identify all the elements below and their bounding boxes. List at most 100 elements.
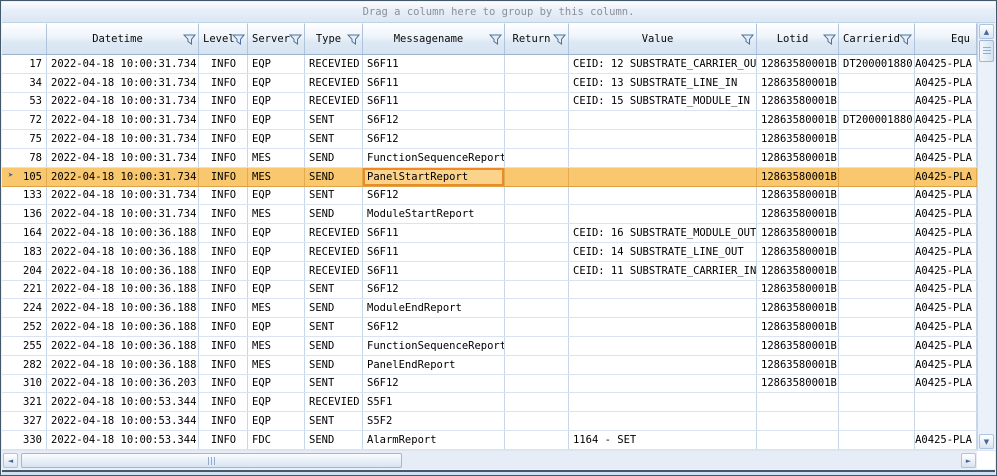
cell-messagename[interactable]: S6F11 [363,262,505,280]
cell-type[interactable]: RECEVIED [305,393,363,411]
cell-id[interactable]: 133 [2,187,47,205]
cell-value[interactable] [569,412,757,430]
cell-id[interactable]: 34 [2,74,47,92]
cell-level[interactable]: INFO [199,393,248,411]
cell-eq[interactable]: BA0425-PLA [915,431,977,449]
cell-datetime[interactable]: 2022-04-18 10:00:36.188 [47,337,199,355]
vertical-scrollbar[interactable]: ▲ ▼ [977,23,995,450]
column-header-carrierid[interactable]: Carrierid [839,23,915,54]
cell-eq[interactable]: BA0425-PLA [915,299,977,317]
cell-eq[interactable]: BA0425-PLA [915,318,977,336]
cell-value[interactable]: CEID: 13 SUBSTRATE_LINE_IN [569,74,757,92]
table-row[interactable]: 1332022-04-18 10:00:31.734INFOEQPSENTS6F… [2,187,977,206]
filter-button-lotid[interactable] [822,33,836,46]
cell-carrierid[interactable] [839,243,915,261]
cell-value[interactable]: CEID: 12 SUBSTRATE_CARRIER_OUT [569,55,757,73]
column-header-type[interactable]: Type [305,23,363,54]
cell-type[interactable]: SENT [305,281,363,299]
cell-return[interactable] [505,337,569,355]
cell-server[interactable]: MES [248,337,305,355]
cell-datetime[interactable]: 2022-04-18 10:00:36.188 [47,356,199,374]
cell-type[interactable]: SEND [305,149,363,167]
cell-server[interactable]: EQP [248,111,305,129]
cell-return[interactable] [505,412,569,430]
cell-type[interactable]: RECEVIED [305,224,363,242]
cell-server[interactable]: EQP [248,130,305,148]
column-header-value[interactable]: Value [569,23,757,54]
cell-lotid[interactable]: 12863580001B [757,356,839,374]
vertical-scrollbar-thumb[interactable] [979,40,994,62]
cell-messagename[interactable]: S6F12 [363,281,505,299]
cell-id[interactable]: 224 [2,299,47,317]
table-row[interactable]: 172022-04-18 10:00:31.734INFOEQPRECEVIED… [2,55,977,74]
cell-id[interactable]: 327 [2,412,47,430]
cell-type[interactable]: RECEVIED [305,74,363,92]
cell-carrierid[interactable] [839,318,915,336]
table-row[interactable]: 3102022-04-18 10:00:36.203INFOEQPSENTS6F… [2,375,977,394]
cell-eq[interactable]: BA0425-PLA [915,187,977,205]
table-row[interactable]: 782022-04-18 10:00:31.734INFOMESSENDFunc… [2,149,977,168]
cell-return[interactable] [505,262,569,280]
cell-lotid[interactable]: 12863580001B [757,149,839,167]
cell-lotid[interactable]: 12863580001B [757,375,839,393]
cell-lotid[interactable]: 12863580001B [757,205,839,223]
cell-carrierid[interactable] [839,356,915,374]
cell-eq[interactable]: BA0425-PLA [915,168,977,186]
cell-id[interactable]: 183 [2,243,47,261]
cell-lotid[interactable] [757,412,839,430]
cell-type[interactable]: SEND [305,168,363,186]
cell-eq[interactable]: BA0425-PLA [915,149,977,167]
cell-id[interactable]: 72 [2,111,47,129]
cell-eq[interactable] [915,412,977,430]
cell-id[interactable]: 252 [2,318,47,336]
cell-messagename[interactable]: PanelStartReport [363,168,505,186]
table-row[interactable]: 342022-04-18 10:00:31.734INFOEQPRECEVIED… [2,74,977,93]
column-header-return[interactable]: Return [505,23,569,54]
cell-return[interactable] [505,168,569,186]
cell-id[interactable]: 136 [2,205,47,223]
cell-level[interactable]: INFO [199,111,248,129]
cell-server[interactable]: MES [248,356,305,374]
horizontal-scrollbar[interactable]: ◄ ► [2,450,977,469]
cell-datetime[interactable]: 2022-04-18 10:00:31.734 [47,168,199,186]
column-header-lotid[interactable]: Lotid [757,23,839,54]
cell-datetime[interactable]: 2022-04-18 10:00:53.344 [47,393,199,411]
cell-datetime[interactable]: 2022-04-18 10:00:31.734 [47,55,199,73]
table-row[interactable]: 1832022-04-18 10:00:36.188INFOEQPRECEVIE… [2,243,977,262]
cell-datetime[interactable]: 2022-04-18 10:00:31.734 [47,130,199,148]
cell-datetime[interactable]: 2022-04-18 10:00:53.344 [47,431,199,449]
cell-eq[interactable]: BA0425-PLA [915,281,977,299]
cell-lotid[interactable]: 12863580001B [757,224,839,242]
cell-datetime[interactable]: 2022-04-18 10:00:31.734 [47,111,199,129]
cell-type[interactable]: SENT [305,318,363,336]
cell-level[interactable]: INFO [199,224,248,242]
cell-carrierid[interactable]: DT200001880 [839,55,915,73]
cell-datetime[interactable]: 2022-04-18 10:00:31.734 [47,93,199,111]
cell-messagename[interactable]: S6F12 [363,130,505,148]
table-row[interactable]: 2552022-04-18 10:00:36.188INFOMESSENDFun… [2,337,977,356]
cell-carrierid[interactable] [839,393,915,411]
cell-lotid[interactable]: 12863580001B [757,168,839,186]
cell-carrierid[interactable] [839,299,915,317]
cell-return[interactable] [505,393,569,411]
cell-lotid[interactable]: 12863580001B [757,187,839,205]
cell-datetime[interactable]: 2022-04-18 10:00:36.203 [47,375,199,393]
cell-level[interactable]: INFO [199,412,248,430]
table-row[interactable]: 1642022-04-18 10:00:36.188INFOEQPRECEVIE… [2,224,977,243]
cell-lotid[interactable]: 12863580001B [757,130,839,148]
cell-level[interactable]: INFO [199,243,248,261]
cell-id[interactable]: 75 [2,130,47,148]
cell-datetime[interactable]: 2022-04-18 10:00:36.188 [47,224,199,242]
cell-id[interactable]: 321 [2,393,47,411]
cell-type[interactable]: SEND [305,299,363,317]
cell-eq[interactable]: BA0425-PLA [915,375,977,393]
scroll-left-button[interactable]: ◄ [3,453,18,468]
cell-messagename[interactable]: S6F12 [363,111,505,129]
group-by-panel[interactable]: Drag a column here to group by this colu… [2,2,995,23]
cell-server[interactable]: EQP [248,281,305,299]
filter-button-server[interactable] [288,33,302,46]
table-row[interactable]: 722022-04-18 10:00:31.734INFOEQPSENTS6F1… [2,111,977,130]
cell-carrierid[interactable] [839,412,915,430]
cell-return[interactable] [505,224,569,242]
cell-value[interactable] [569,375,757,393]
